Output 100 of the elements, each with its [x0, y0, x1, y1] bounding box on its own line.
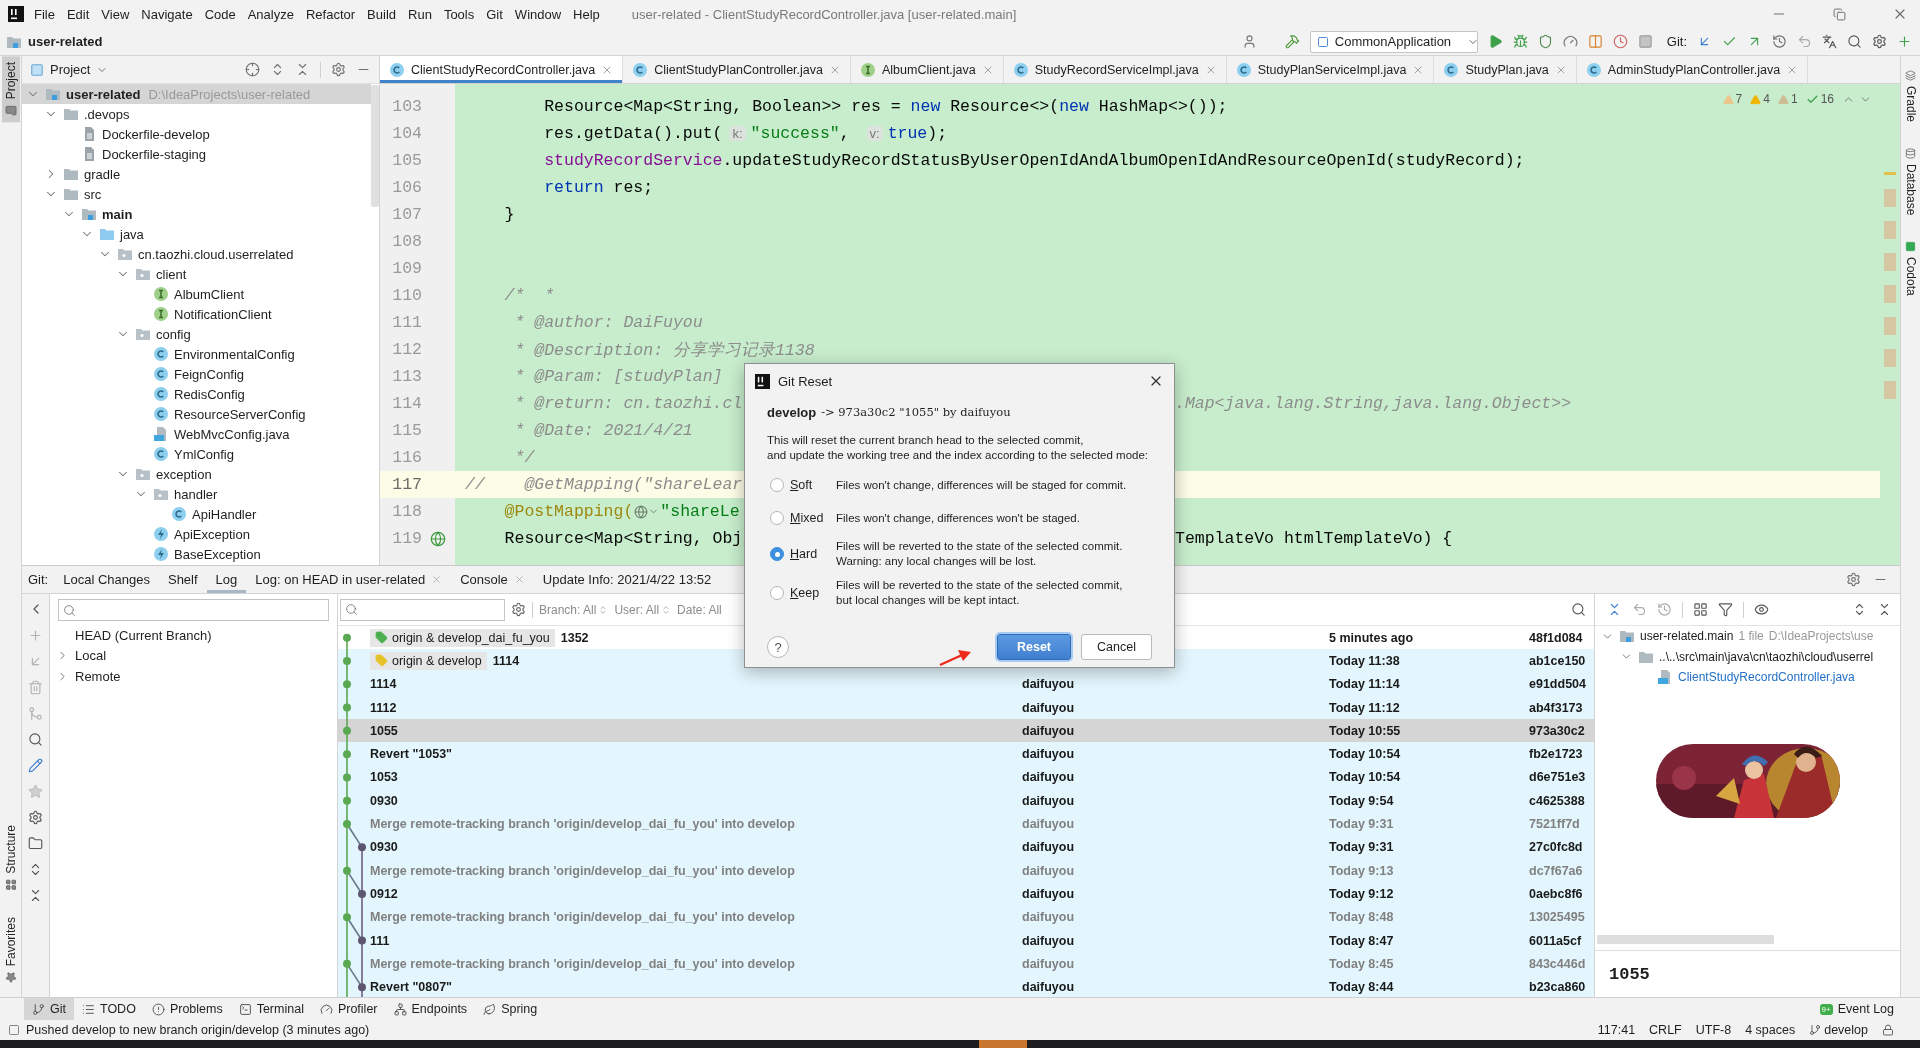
commit-hash: 843c446d	[1529, 956, 1587, 971]
branch-name: origin & develop	[392, 653, 482, 668]
commit-author: daifuyou	[1022, 863, 1076, 878]
commit-date: Today 8:44	[1329, 980, 1395, 995]
code-text: Resource<Map<String, Obj	[503, 529, 743, 548]
commit-message: 0930	[370, 793, 398, 808]
commit-author: daifuyou	[1022, 770, 1076, 785]
commit-details-message: 1055	[1609, 964, 1650, 984]
line-number: 104	[391, 124, 422, 143]
commit-message: 1055	[370, 723, 398, 738]
commit-date: Today 9:13	[1329, 863, 1395, 878]
commit-hash: ab1ce150	[1529, 653, 1587, 668]
line-number: 106	[391, 178, 422, 197]
commit-message: Revert "0807"	[370, 980, 453, 995]
line-number: 118	[391, 502, 422, 521]
commit-author: daifuyou	[1022, 747, 1076, 762]
code-text: * @author: DaiFuyou	[513, 313, 703, 332]
code-text: * @Description: 分享学习记录1138	[513, 339, 815, 361]
commit-hash: dc7f67a6	[1529, 863, 1584, 878]
commit-message: 0912	[370, 886, 398, 901]
commit-hash: d6e751e3	[1529, 770, 1587, 785]
line-number: 117	[391, 475, 422, 494]
commit-date: Today 11:12	[1329, 700, 1401, 715]
code-text: }	[503, 205, 515, 224]
commit-date: Today 10:54	[1329, 770, 1402, 785]
commit-author: daifuyou	[1022, 886, 1076, 901]
commit-hash: 7521ff7d	[1529, 817, 1581, 831]
dialog-commit-summary: develop -> 973a30c2 "1055" by daifuyou	[767, 403, 1012, 422]
commit-author: daifuyou	[1022, 933, 1076, 948]
commit-author: daifuyou	[1022, 980, 1076, 995]
mode-description: Files won't change, differences won't be staged.	[836, 510, 1081, 526]
code-text: .Map<java.lang.String,java.lang.Object>>	[1175, 394, 1572, 413]
line-number: 111	[391, 313, 422, 332]
notification-badge: 9+	[1819, 1003, 1833, 1015]
code-text: studyRecordService.updateStudyRecordStatusByUserOpenIdAndAlbumOpenIdAndResourceOpenId(studyRecord);	[543, 151, 1525, 170]
commit-author: daifuyou	[1022, 817, 1076, 831]
tool-window-label: Git:	[28, 571, 50, 589]
code-text: // @GetMapping("shareLear	[465, 475, 743, 494]
line-number: 105	[391, 151, 422, 170]
file-count: 1 file	[1738, 629, 1764, 644]
path-label: D:\IdeaProjects\use	[1768, 629, 1874, 644]
commit-date: Today 9:12	[1329, 886, 1395, 901]
commit-date: Today 10:55	[1329, 723, 1402, 738]
line-number: 113	[391, 367, 422, 386]
commit-author: daifuyou	[1022, 793, 1076, 808]
code-text: */	[513, 448, 535, 467]
commit-hash: 48f1d084	[1529, 630, 1584, 645]
mode-description: Files will be reverted to the state of the selected commit, but local changes will be kept intact.	[836, 578, 1124, 608]
path-label: D:\IdeaProjects\user-related	[148, 86, 311, 102]
commit-date: Today 9:31	[1329, 840, 1395, 855]
code-text: res.getData().put( k: "success", v: true);	[543, 124, 948, 143]
commit-author: daifuyou	[1022, 956, 1076, 971]
commit-message: 1114	[370, 677, 397, 692]
commit-message: Merge remote-tracking branch 'origin/develop_dai_fu_you' into develop	[370, 817, 795, 831]
commit-author: daifuyou	[1022, 910, 1076, 925]
commit-date: Today 11:38	[1329, 653, 1401, 668]
code-text: TemplateVo htmlTemplateVo) {	[1175, 529, 1453, 548]
line-number: 107	[391, 205, 422, 224]
code-text: * @Param: [studyPlan]	[513, 367, 723, 386]
code-text: @PostMapping(	[503, 502, 634, 521]
code-text: /* *	[503, 286, 555, 305]
mode-description: Files won't change, differences will be staged for commit.	[836, 477, 1128, 493]
code-text: "shareLe	[660, 502, 740, 521]
line-number: 115	[391, 421, 422, 440]
commit-hash: b23ca860	[1529, 980, 1587, 995]
commit-date: 5 minutes ago	[1329, 630, 1415, 645]
vcs-label: Git:	[1666, 34, 1687, 49]
commit-hash: 6011a5cf	[1529, 933, 1583, 948]
commit-hash: e91dd504	[1529, 677, 1587, 692]
commit-date: Today 8:48	[1329, 910, 1395, 925]
line-number: 110	[391, 286, 422, 305]
code-text: * @return: cn.taozhi.cl	[513, 394, 743, 413]
dialog-title: Git Reset	[778, 373, 833, 389]
mode-description: Files will be reverted to the state of the selected commit. Warning: any local changes will be lost.	[836, 539, 1124, 569]
commit-message: Revert "1053"	[370, 747, 453, 762]
commit-author: daifuyou	[1022, 723, 1076, 738]
commit-date: Today 8:45	[1329, 956, 1395, 971]
code-text: * @Date: 2021/4/21	[513, 421, 693, 440]
line-number: 108	[391, 232, 422, 251]
commit-date: Today 9:31	[1329, 817, 1395, 831]
commit-date: Today 10:54	[1329, 747, 1402, 762]
commit-author: daifuyou	[1022, 677, 1076, 692]
line-number: 109	[391, 259, 422, 278]
commit-hash: 0aebc8f6	[1529, 886, 1584, 901]
commit-message: 111	[370, 933, 390, 948]
window-title: user-related - ClientStudyRecordController.java [user-related.main]	[631, 6, 1017, 22]
line-number: 112	[391, 340, 422, 359]
line-number: 103	[391, 97, 422, 116]
code-text: return res;	[543, 178, 654, 197]
commit-hash: ab4f3173	[1529, 700, 1584, 715]
branch-name: origin & develop_dai_fu_you	[392, 630, 550, 645]
commit-message: Merge remote-tracking branch 'origin/develop_dai_fu_you' into develop	[370, 956, 795, 971]
line-number: 114	[391, 394, 422, 413]
commit-date: Today 8:47	[1329, 933, 1395, 948]
commit-hash: 973a30c2	[1529, 723, 1586, 738]
commit-hash: fb2e1723	[1529, 747, 1584, 762]
status-message: Pushed develop to new branch origin/develop (3 minutes ago)	[26, 1023, 370, 1037]
commit-date: Today 11:14	[1329, 677, 1401, 692]
line-number: 116	[391, 448, 422, 467]
commit-message: Merge remote-tracking branch 'origin/develop_dai_fu_you' into develop	[370, 863, 795, 878]
